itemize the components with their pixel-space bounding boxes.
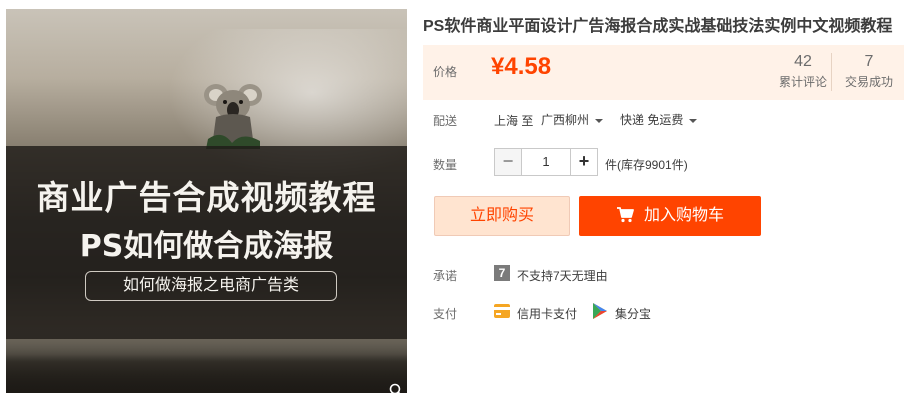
quantity-label: 数量 [433, 158, 458, 172]
add-to-cart-button[interactable]: 加入购物车 [579, 196, 761, 236]
chevron-down-icon [689, 118, 698, 123]
reviews-count: 42 [794, 53, 812, 70]
delivery-destination-select[interactable]: 广西柳州 [541, 111, 604, 128]
price-panel: 价格 ¥4.58 42 累计评论 7 交易成功 [423, 45, 904, 100]
credit-card-icon [494, 304, 510, 318]
seven-day-badge-icon: 7 [494, 265, 510, 281]
shopping-cart-icon [616, 207, 634, 223]
delivery-from: 上海 至 [494, 114, 534, 128]
image-headline: 商业广告合成视频教程 [36, 178, 377, 217]
shipping-method-select[interactable]: 快递 免运费 [620, 111, 698, 128]
jifenbao-icon [593, 303, 607, 319]
delivery-destination: 广西柳州 [541, 113, 590, 127]
image-tagline: 如何做海报之电商广告类 [85, 271, 337, 301]
image-subheadline: PS如何做合成海报 [79, 229, 334, 264]
stat-divider [831, 53, 832, 91]
product-title: PS软件商业平面设计广告海报合成实战基础技法实例中文视频教程 [423, 18, 893, 35]
jifenbao-payment[interactable]: 集分宝 [615, 305, 651, 322]
quantity-input[interactable]: 1 [522, 148, 570, 176]
payment-label: 支付 [433, 307, 458, 321]
credit-card-payment[interactable]: 信用卡支付 [517, 305, 577, 322]
deals-label: 交易成功 [844, 75, 893, 89]
price-label: 价格 [433, 65, 458, 79]
add-to-cart-label: 加入购物车 [643, 207, 724, 224]
price-value: ¥4.58 [491, 53, 552, 80]
reviews-label: 累计评论 [778, 75, 827, 89]
deals-count: 7 [864, 53, 874, 70]
deals-stat: 7 交易成功 [837, 53, 901, 90]
reviews-stat[interactable]: 42 累计评论 [775, 53, 831, 90]
stock-text: 件(库存9901件) [605, 158, 688, 172]
koala-image [204, 84, 262, 149]
shipping-method: 快递 免运费 [620, 113, 684, 127]
promise-text[interactable]: 不支持7天无理由 [517, 267, 608, 284]
promise-label: 承诺 [433, 269, 458, 283]
quantity-stepper: − 1 + [494, 148, 598, 176]
quantity-increase-button[interactable]: + [570, 148, 598, 176]
delivery-label: 配送 [433, 114, 458, 128]
product-image[interactable]: 商业广告合成视频教程 PS如何做合成海报 如何做海报之电商广告类 [6, 9, 407, 393]
chevron-down-icon [595, 118, 604, 123]
buy-now-button[interactable]: 立即购买 [434, 196, 570, 236]
quantity-decrease-button[interactable]: − [494, 148, 522, 176]
zoom-icon[interactable] [389, 383, 403, 393]
